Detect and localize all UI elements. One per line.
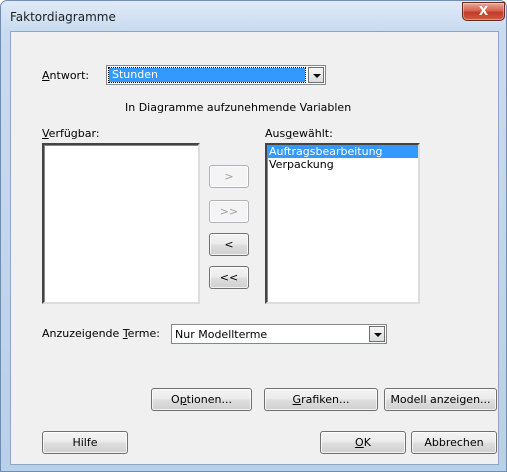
available-variables-list[interactable]: [42, 143, 200, 304]
add-all-button[interactable]: >>: [209, 200, 249, 223]
remove-button[interactable]: <: [209, 233, 249, 256]
available-label-accel: V: [42, 127, 49, 140]
title-bar[interactable]: Faktordiagramme X: [1, 1, 506, 31]
ok-label-accel: O: [355, 436, 364, 449]
response-dropdown[interactable]: Stunden: [106, 65, 326, 85]
terms-label: Anzuzeigende Terme:: [42, 327, 160, 340]
options-label-pre: O: [171, 393, 180, 406]
response-label-accel: A: [42, 69, 50, 82]
ok-label-post: K: [363, 436, 371, 449]
terms-label-post: erme:: [127, 327, 160, 340]
options-label-accel: p: [179, 393, 187, 406]
add-button[interactable]: >: [209, 165, 249, 188]
chevron-down-icon[interactable]: [369, 326, 385, 342]
selected-label: Ausgewählt:: [265, 127, 333, 140]
cancel-button[interactable]: Abbrechen: [411, 431, 497, 454]
available-label: Verfügbar:: [42, 127, 100, 140]
show-model-button[interactable]: Modell anzeigen...: [384, 388, 497, 411]
options-label-post: tionen...: [186, 393, 232, 406]
terms-dropdown[interactable]: Nur Modellterme: [171, 324, 387, 344]
list-item[interactable]: Verpackung: [267, 158, 418, 171]
selected-label-pre: Aus: [265, 127, 286, 140]
selected-variables-list[interactable]: Auftragsbearbeitung Verpackung: [265, 143, 420, 304]
available-label-rest: erfügbar:: [48, 127, 100, 140]
selected-label-post: ewählt:: [292, 127, 333, 140]
close-icon: X: [478, 4, 489, 18]
chevron-down-icon[interactable]: [308, 67, 324, 83]
remove-all-button[interactable]: <<: [209, 266, 249, 289]
terms-label-pre: Anzuzeigende: [42, 327, 123, 340]
graphs-label-post: rafiken...: [301, 393, 350, 406]
dialog-client-area: Antwort: Stunden In Diagramme aufzunehme…: [10, 31, 499, 465]
list-item[interactable]: Auftragsbearbeitung: [267, 145, 418, 158]
window-title: Faktordiagramme: [10, 10, 116, 24]
options-button[interactable]: Optionen...: [151, 388, 252, 411]
close-button[interactable]: X: [462, 2, 505, 21]
graphs-button[interactable]: Grafiken...: [264, 388, 378, 411]
help-button[interactable]: Hilfe: [42, 431, 128, 454]
response-label: Antwort:: [42, 69, 89, 82]
graphs-label-accel: G: [292, 393, 302, 406]
variables-heading: In Diagramme aufzunehmende Variablen: [125, 101, 352, 114]
response-value: Stunden: [108, 67, 306, 83]
dialog-window: Faktordiagramme X Antwort: Stunden In Di…: [0, 0, 507, 472]
ok-button[interactable]: OK: [320, 431, 406, 454]
terms-value: Nur Modellterme: [175, 328, 268, 341]
response-label-rest: ntwort:: [49, 69, 90, 82]
